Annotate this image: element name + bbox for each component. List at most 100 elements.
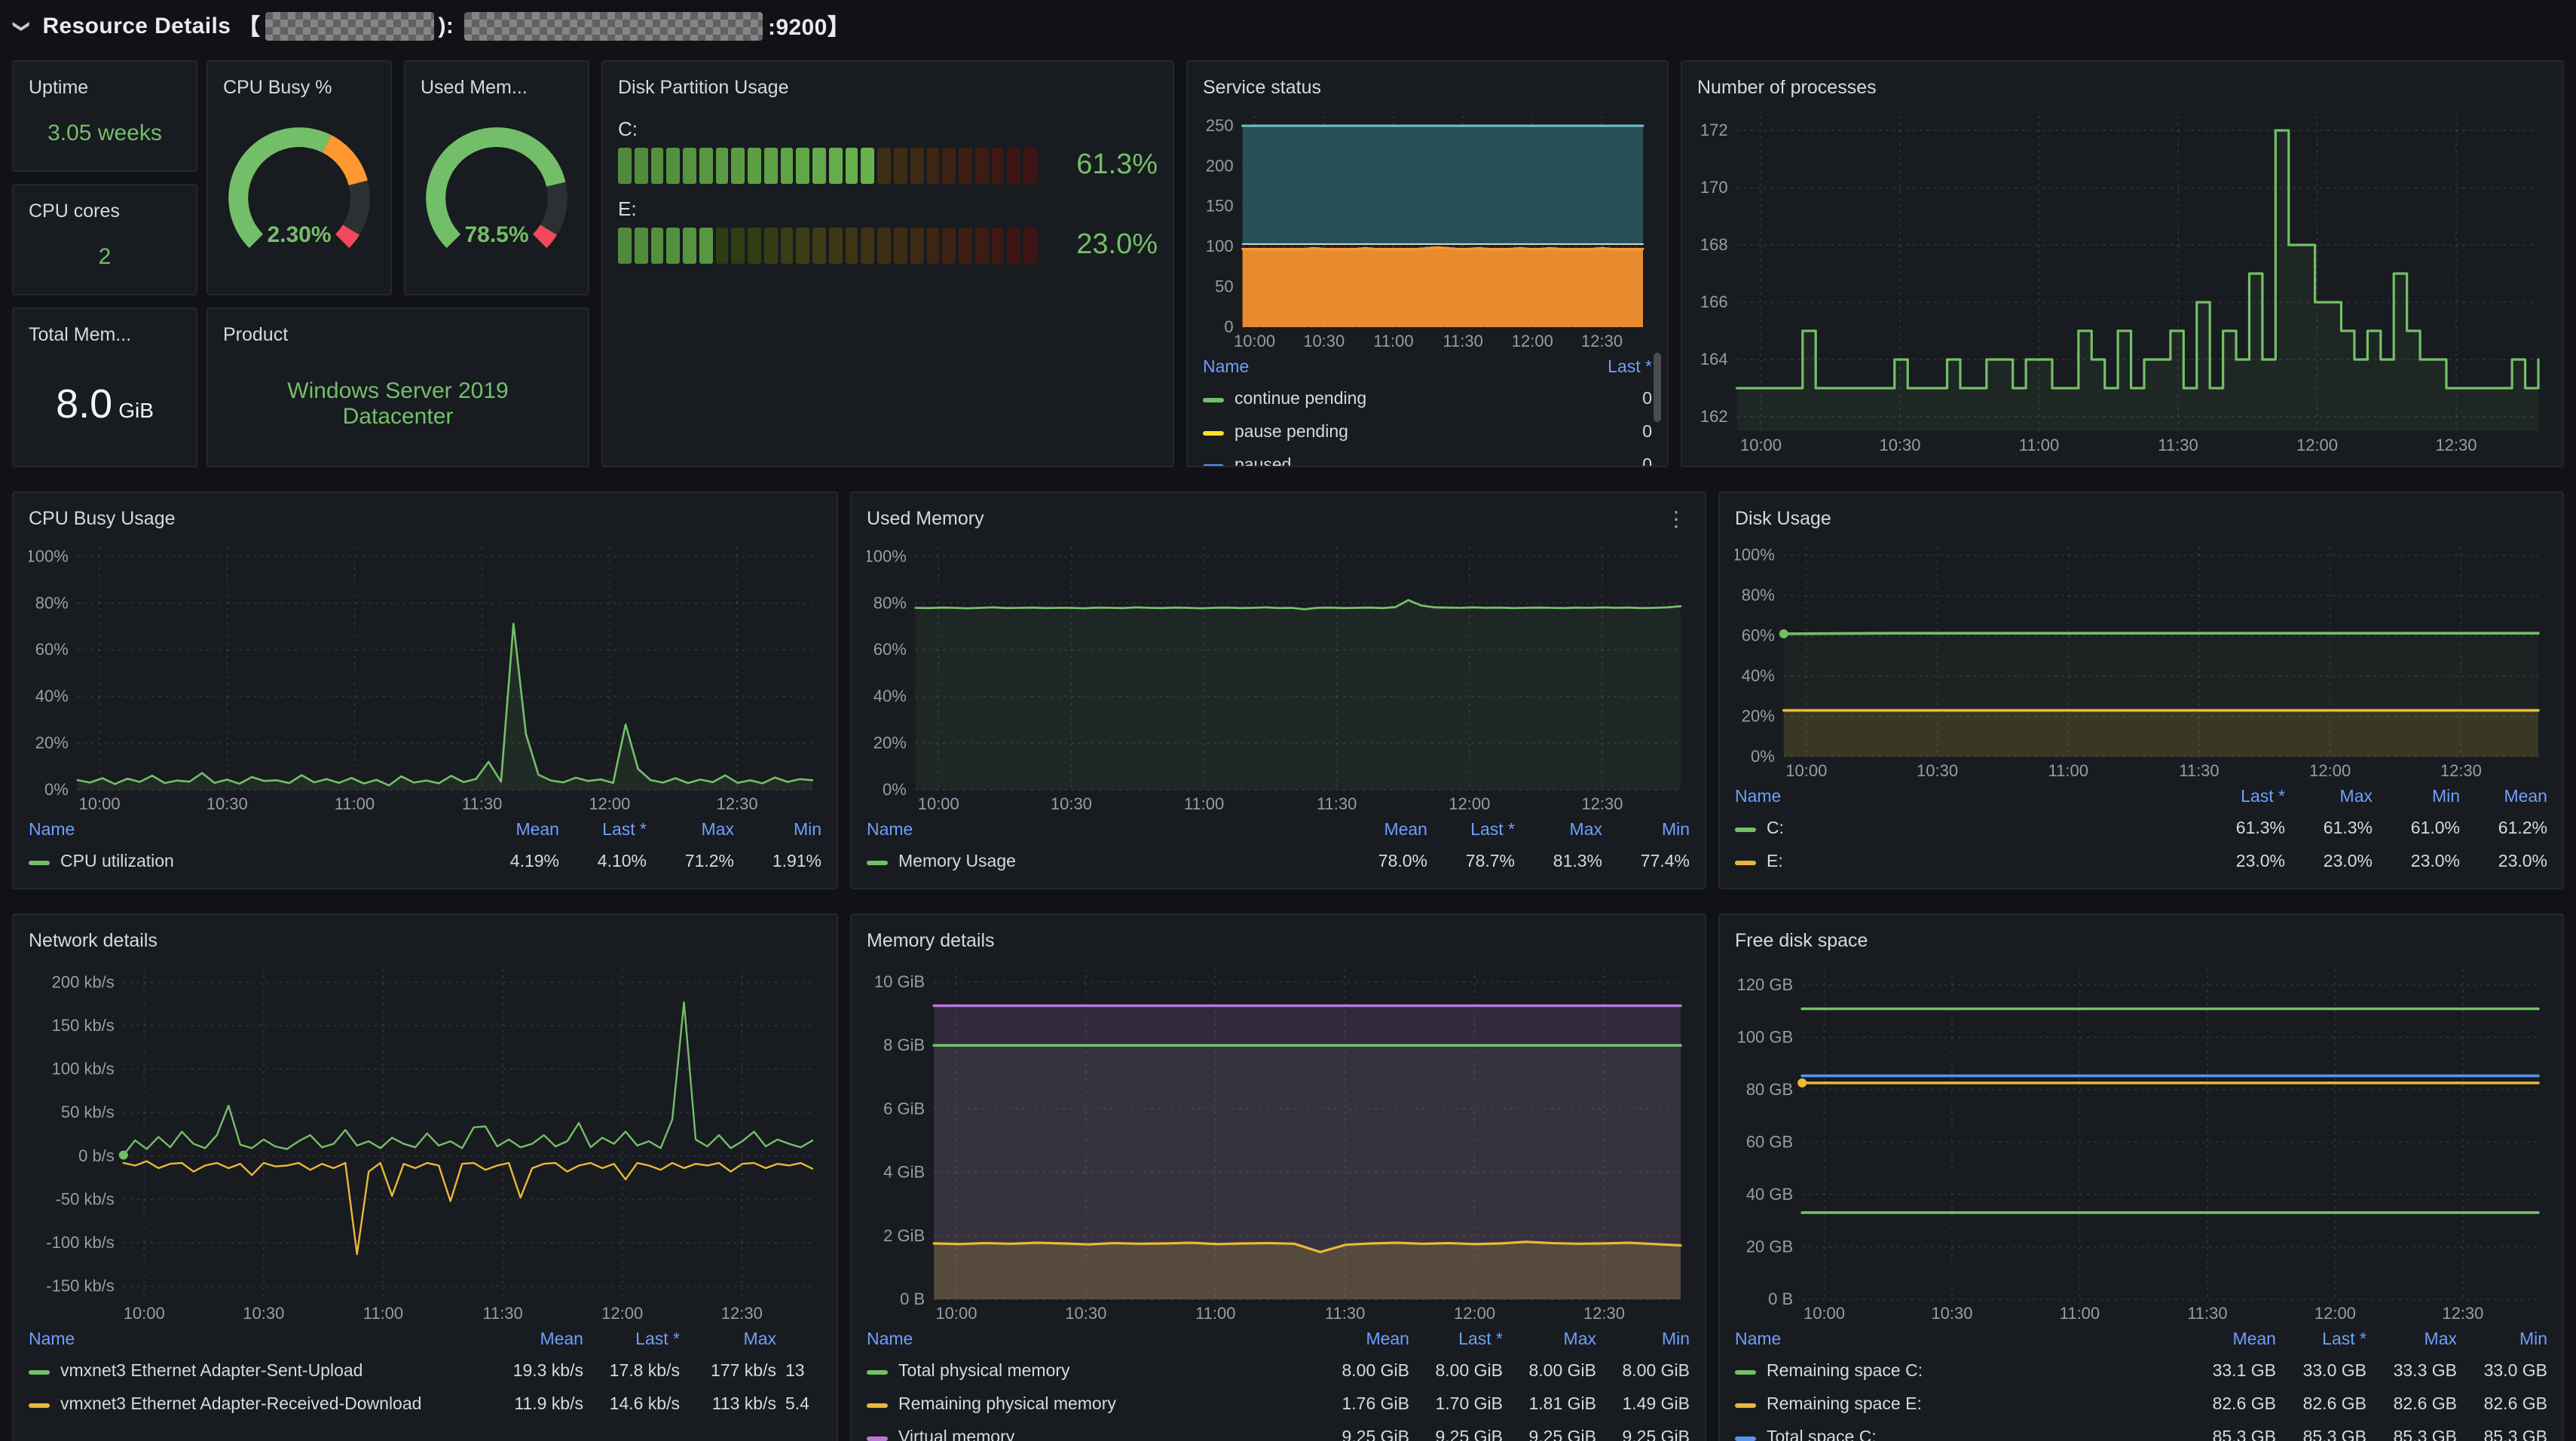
panel-title[interactable]: Free disk space — [1735, 930, 1868, 951]
legend-header[interactable]: Last * — [2276, 1331, 2366, 1349]
legend-header[interactable]: Max — [647, 821, 734, 840]
legend-series-name[interactable]: Remaining space E: — [1735, 1396, 2186, 1414]
processes-chart[interactable]: 17217016816616416210:0010:3011:0011:3012… — [1697, 104, 2547, 457]
chart-canvas[interactable]: 25020015010050010:0010:3011:0011:3012:00… — [1203, 104, 1652, 353]
chart-canvas[interactable]: 17217016816616416210:0010:3011:0011:3012… — [1697, 104, 2547, 457]
legend-row: E:23.0%23.0%23.0%23.0% — [1735, 846, 2547, 879]
legend-header[interactable]: Last * — [1409, 1331, 1503, 1349]
legend-header[interactable]: Name — [29, 1331, 487, 1349]
legend-header[interactable]: Mean — [1316, 1331, 1409, 1349]
panel-title[interactable]: CPU Busy Usage — [29, 508, 176, 529]
cpu-busy-usage-chart[interactable]: 100%80%60%40%20%0%10:0010:3011:0011:3012… — [29, 535, 821, 815]
legend-header[interactable]: Min — [1596, 1331, 1690, 1349]
legend-header[interactable]: Name — [867, 821, 1340, 840]
legend-header[interactable]: Max — [2285, 788, 2373, 806]
led-cell — [1008, 228, 1021, 264]
disk-usage-chart[interactable]: 100%80%60%40%20%0%10:0010:3011:0011:3012… — [1735, 535, 2547, 782]
legend-series-label: Memory Usage — [898, 853, 1016, 871]
memory-details-chart[interactable]: 10 GiB8 GiB6 GiB4 GiB2 GiB0 B10:0010:301… — [867, 957, 1690, 1325]
legend-header[interactable]: Name — [1735, 1331, 2186, 1349]
legend-series-name[interactable]: Remaining space C: — [1735, 1363, 2186, 1381]
chart-canvas[interactable]: 100%80%60%40%20%0%10:0010:3011:0011:3012… — [867, 535, 1690, 815]
legend-header[interactable]: Name — [29, 821, 472, 840]
used-memory-chart[interactable]: 100%80%60%40%20%0%10:0010:3011:0011:3012… — [867, 535, 1690, 815]
y-axis-tick-label: 10 GiB — [874, 972, 925, 991]
panel-title[interactable]: Used Mem... — [421, 77, 528, 98]
panel-title[interactable]: Number of processes — [1697, 77, 1877, 98]
panel-menu-icon[interactable]: ⋮ — [1663, 508, 1690, 529]
legend-header[interactable]: Mean — [1340, 821, 1427, 840]
row-title[interactable]: Resource Details — [42, 13, 231, 38]
legend-series-name[interactable]: paused — [1203, 457, 1568, 467]
network-details-chart[interactable]: 200 kb/s150 kb/s100 kb/s50 kb/s0 b/s-50 … — [29, 957, 821, 1325]
legend-value: 82.6 GB — [2276, 1396, 2366, 1414]
legend-header[interactable]: Mean — [487, 1331, 583, 1349]
legend-series-name[interactable]: Memory Usage — [867, 853, 1340, 871]
cpu-cores-value: 2 — [99, 243, 112, 269]
x-axis-tick-label: 11:30 — [1325, 1304, 1365, 1323]
service-status-chart[interactable]: 25020015010050010:0010:3011:0011:3012:00… — [1203, 104, 1652, 353]
y-axis-tick-label: 50 kb/s — [61, 1103, 115, 1121]
legend-header[interactable]: Max — [680, 1331, 776, 1349]
legend-scrollbar[interactable] — [1654, 353, 1661, 422]
legend-series-name[interactable]: Total physical memory — [867, 1363, 1316, 1381]
legend-header[interactable]: Last * — [559, 821, 647, 840]
panel-title[interactable]: Memory details — [867, 930, 995, 951]
legend-header[interactable]: Last * — [1427, 821, 1515, 840]
panel-title[interactable]: Product — [223, 324, 288, 345]
legend-series-name[interactable]: C: — [1735, 820, 2198, 838]
legend-header[interactable]: Max — [2366, 1331, 2457, 1349]
y-axis-tick-label: 0 — [1224, 317, 1233, 336]
legend-series-name[interactable]: E: — [1735, 853, 2198, 871]
legend-header[interactable]: Last * — [2198, 788, 2285, 806]
legend-header[interactable]: Mean — [472, 821, 559, 840]
chart-canvas[interactable]: 100%80%60%40%20%0%10:0010:3011:0011:3012… — [1735, 535, 2547, 782]
legend-value: 8.00 GiB — [1596, 1363, 1690, 1381]
legend-header[interactable]: Name — [1735, 788, 2198, 806]
legend-header[interactable]: Min — [2373, 788, 2460, 806]
panel-title[interactable]: Disk Usage — [1735, 508, 1831, 529]
panel-title[interactable]: Network details — [29, 930, 158, 951]
panel-title[interactable]: CPU Busy % — [223, 77, 332, 98]
chevron-down-icon[interactable]: ❯ — [12, 19, 32, 32]
legend-header[interactable]: Min — [734, 821, 821, 840]
free-disk-chart[interactable]: 120 GB100 GB80 GB60 GB40 GB20 GB0 B10:00… — [1735, 957, 2547, 1325]
chart-canvas[interactable]: 200 kb/s150 kb/s100 kb/s50 kb/s0 b/s-50 … — [29, 957, 821, 1325]
y-axis-tick-label: 0% — [1751, 747, 1775, 766]
legend-header[interactable]: Mean — [2460, 788, 2547, 806]
panel-title[interactable]: Total Mem... — [29, 324, 131, 345]
legend-series-name[interactable]: vmxnet3 Ethernet Adapter-Sent-Upload — [29, 1363, 487, 1381]
legend-header[interactable]: Name — [1203, 359, 1568, 377]
series-line — [78, 624, 812, 786]
legend-series-name[interactable]: continue pending — [1203, 390, 1568, 408]
uptime-value: 3.05 weeks — [47, 120, 162, 145]
legend-series-name[interactable]: vmxnet3 Ethernet Adapter-Received-Downlo… — [29, 1396, 487, 1414]
legend-header[interactable]: Min — [2457, 1331, 2547, 1349]
chart-canvas[interactable]: 10 GiB8 GiB6 GiB4 GiB2 GiB0 B10:0010:301… — [867, 957, 1690, 1325]
panel-title[interactable]: CPU cores — [29, 200, 120, 222]
row-header[interactable]: ❯ Resource Details 【): :9200】 — [0, 0, 2576, 51]
legend-header[interactable]: Mean — [2186, 1331, 2276, 1349]
panel-title[interactable]: Used Memory — [867, 508, 984, 529]
legend-header[interactable]: Last * — [583, 1331, 680, 1349]
legend-series-name[interactable]: pause pending — [1203, 424, 1568, 442]
legend-value: 71.2% — [647, 853, 734, 871]
legend-header[interactable]: Min — [1602, 821, 1690, 840]
chart-canvas[interactable]: 100%80%60%40%20%0%10:0010:3011:0011:3012… — [29, 535, 821, 815]
legend-series-name[interactable]: Remaining physical memory — [867, 1396, 1316, 1414]
legend-header[interactable]: Max — [1515, 821, 1602, 840]
legend-series-name[interactable]: Total space C: — [1735, 1429, 2186, 1441]
panel-title[interactable]: Service status — [1203, 77, 1321, 98]
legend-value: 5.4 — [776, 1396, 821, 1414]
led-cell — [764, 148, 778, 184]
legend-header[interactable]: Last * — [1568, 359, 1652, 377]
chart-canvas[interactable]: 120 GB100 GB80 GB60 GB40 GB20 GB0 B10:00… — [1735, 957, 2547, 1325]
panel-title[interactable]: Disk Partition Usage — [618, 77, 789, 98]
legend-header-row: NameMeanLast *MaxMin — [1735, 1325, 2547, 1355]
panel-title[interactable]: Uptime — [29, 77, 88, 98]
legend-series-name[interactable]: CPU utilization — [29, 853, 472, 871]
legend-header[interactable]: Name — [867, 1331, 1316, 1349]
panel-product: Product Windows Server 2019 Datacenter — [207, 307, 589, 467]
legend-header[interactable]: Max — [1503, 1331, 1596, 1349]
legend-series-name[interactable]: Virtual memory — [867, 1429, 1316, 1441]
